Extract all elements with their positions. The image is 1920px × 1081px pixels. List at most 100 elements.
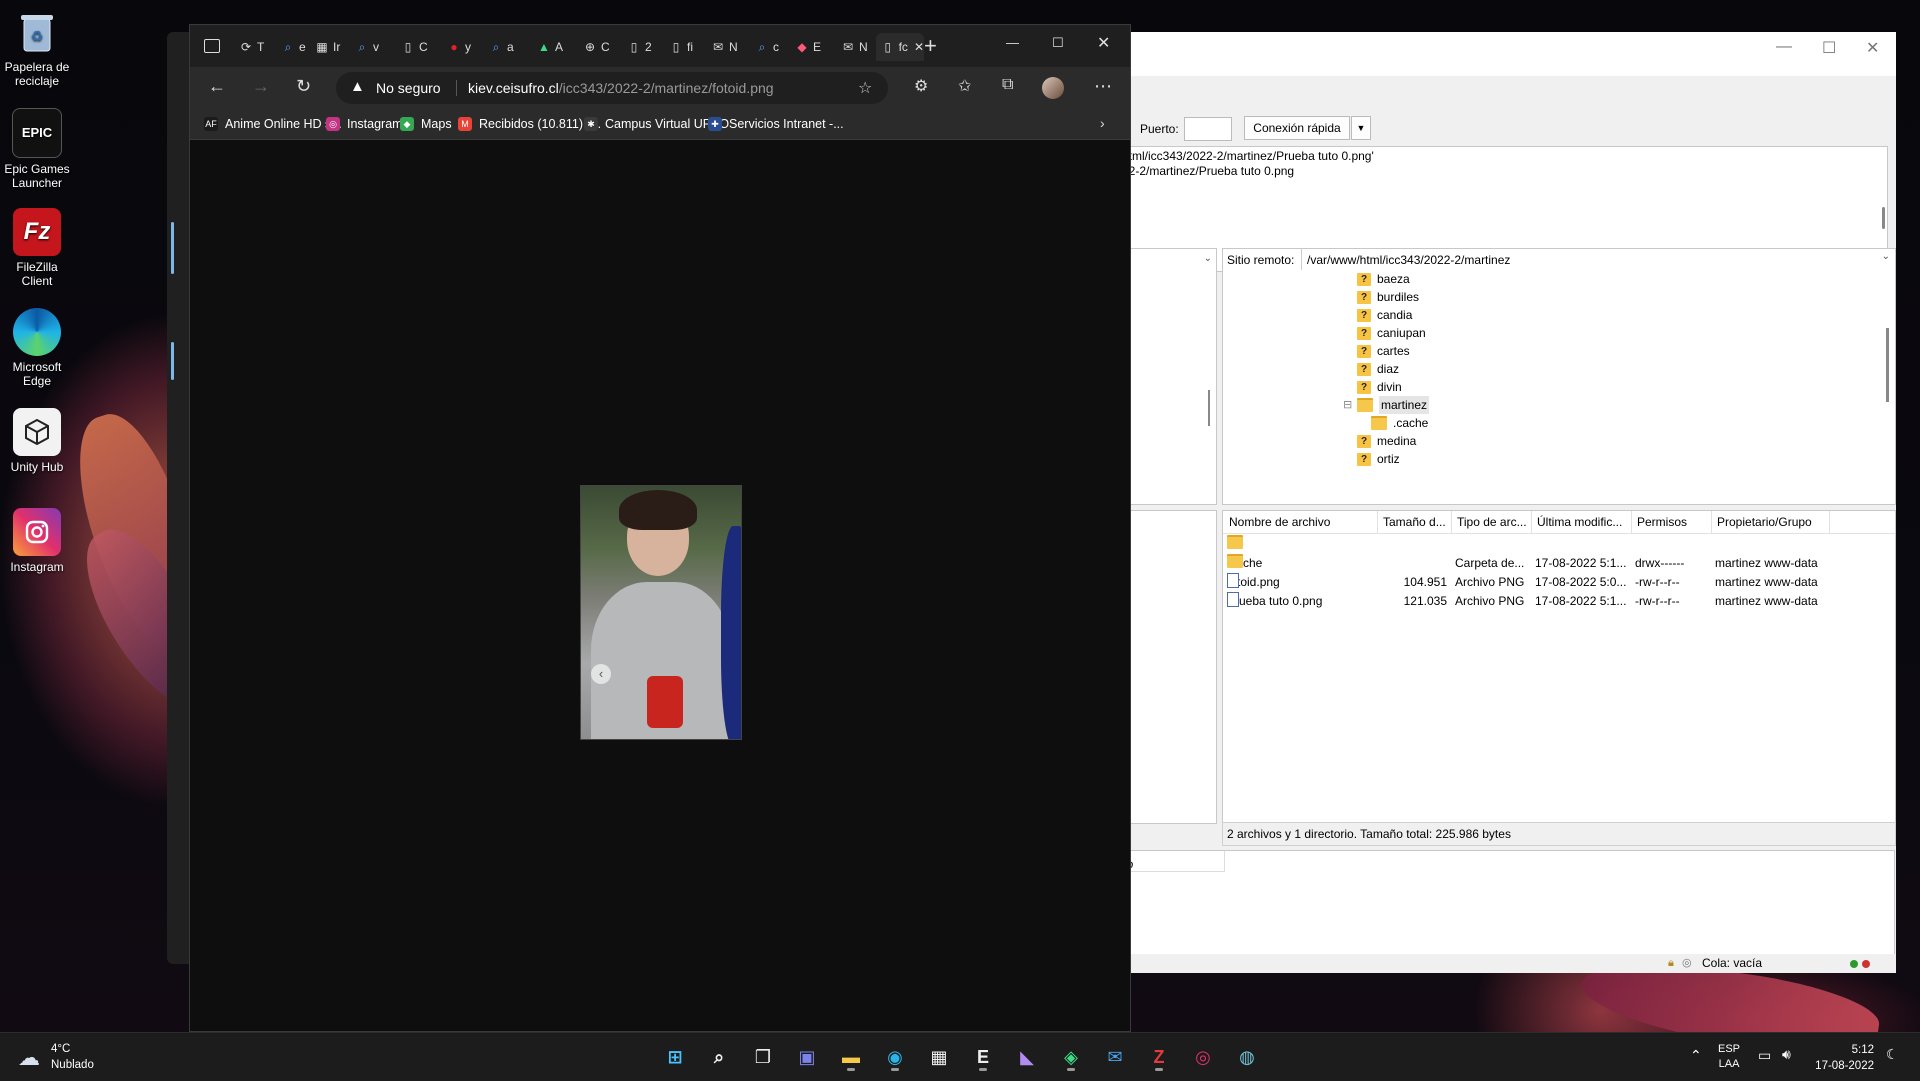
tab-close-icon[interactable]: ✕ xyxy=(914,40,924,54)
search-icon[interactable]: ⌕ xyxy=(704,1042,734,1072)
remote-path-input[interactable]: /var/www/html/icc343/2022-2/martinez ⌄ xyxy=(1301,249,1894,271)
column-owner[interactable]: Propietario/Grupo xyxy=(1711,511,1830,533)
forward-icon[interactable]: → xyxy=(252,76,270,97)
browser-tab[interactable]: ▯ C xyxy=(396,33,438,61)
favorite-item[interactable]: AF Anime Online HD s... xyxy=(204,114,342,134)
tree-item[interactable]: ? baeza xyxy=(1357,270,1410,288)
minimize-icon[interactable]: — xyxy=(1776,38,1792,56)
local-site-pane[interactable]: ⌄ xyxy=(1120,248,1217,274)
quickconnect-button[interactable]: Conexión rápida xyxy=(1244,116,1350,140)
more-options-icon[interactable]: ⋯ xyxy=(1094,76,1112,97)
browser-tab[interactable]: ⌕ v xyxy=(350,33,392,61)
log-scrollbar[interactable] xyxy=(1882,207,1885,229)
favorites-icon[interactable]: ✩ xyxy=(958,76,971,96)
tree-item[interactable]: .cache xyxy=(1371,414,1428,432)
desktop-icon-edge[interactable]: Microsoft Edge xyxy=(4,308,70,388)
chevron-right-icon[interactable]: › xyxy=(1100,115,1105,131)
task-view-icon[interactable]: ❐ xyxy=(748,1042,778,1072)
collapse-icon[interactable]: ⊟ xyxy=(1343,396,1352,414)
favorite-item[interactable]: M Recibidos (10.811) -... xyxy=(458,114,601,134)
back-icon[interactable]: ← xyxy=(208,76,226,97)
notifications-icon[interactable]: ☾ xyxy=(1886,1046,1899,1063)
viewed-image[interactable]: ‹ xyxy=(580,485,742,740)
browser-tab[interactable]: ▲ A xyxy=(532,33,574,61)
favorite-item[interactable]: ◆ Maps xyxy=(400,114,452,134)
desktop-icon-unity-hub[interactable]: Unity Hub xyxy=(4,408,70,474)
teams-chat-icon[interactable]: ▣ xyxy=(792,1042,822,1072)
file-row[interactable]: .. xyxy=(1223,535,1895,554)
column-size[interactable]: Tamaño d... xyxy=(1377,511,1452,533)
desktop-icon-instagram[interactable]: Instagram xyxy=(4,508,70,574)
browser-tab[interactable]: ✉ N xyxy=(706,33,748,61)
browser-tab[interactable]: ⌕ c xyxy=(750,33,792,61)
collections-icon[interactable]: ⧉ xyxy=(1002,76,1013,94)
weather-widget[interactable]: ☁ 4°C Nublado xyxy=(18,1041,128,1075)
epic-games-icon[interactable]: E xyxy=(968,1042,998,1072)
instagram-icon[interactable]: ◎ xyxy=(1188,1042,1218,1072)
tree-item[interactable]: ? cartes xyxy=(1357,342,1410,360)
favorite-item[interactable]: ✚ Servicios Intranet -... xyxy=(708,114,844,134)
tree-item[interactable]: ? candia xyxy=(1357,306,1412,324)
minimize-icon[interactable]: — xyxy=(1006,35,1019,50)
network-icon[interactable]: ▭ xyxy=(1758,1047,1771,1064)
browser-tab[interactable]: ⟳ T xyxy=(234,33,276,61)
favorite-item[interactable]: ◎ Instagram xyxy=(326,114,403,134)
tree-scrollbar[interactable] xyxy=(1886,328,1889,402)
tab-actions-icon[interactable] xyxy=(204,39,220,53)
store-icon[interactable]: ▦ xyxy=(924,1042,954,1072)
browser-tab[interactable]: ✉ N xyxy=(836,33,878,61)
file-row[interactable]: .cache Carpeta de... 17-08-2022 5:1... drwx… xyxy=(1223,554,1895,573)
local-file-list[interactable] xyxy=(1120,510,1217,824)
chevron-down-icon[interactable]: ⌄ xyxy=(1882,251,1890,262)
column-permissions[interactable]: Permisos xyxy=(1631,511,1712,533)
close-icon[interactable]: ✕ xyxy=(1866,38,1879,58)
browser-tab[interactable]: ▯ fi xyxy=(664,33,706,61)
remote-directory-tree[interactable]: ? baeza? burdiles? candia? caniupan? cartes? d… xyxy=(1222,270,1896,505)
transfer-queue[interactable]: do xyxy=(1120,850,1895,956)
file-explorer-icon[interactable]: ▬ xyxy=(836,1042,866,1072)
mail-icon[interactable]: ✉ xyxy=(1100,1042,1130,1072)
url-text[interactable]: kiev.ceisufro.cl/icc343/2022-2/martinez/… xyxy=(468,80,774,96)
column-type[interactable]: Tipo de arc... xyxy=(1451,511,1532,533)
remote-file-list[interactable]: Nombre de archivo Tamaño d... Tipo de ar… xyxy=(1222,510,1896,824)
security-label[interactable]: No seguro xyxy=(376,80,441,96)
maximize-icon[interactable]: ☐ xyxy=(1052,35,1064,51)
desktop-icon-epic-games[interactable]: EPIC Epic Games Launcher xyxy=(4,108,70,190)
language-indicator[interactable]: ESP LAA xyxy=(1718,1042,1740,1072)
column-name[interactable]: Nombre de archivo xyxy=(1223,511,1378,533)
visual-studio-icon[interactable]: ◣ xyxy=(1012,1042,1042,1072)
clock[interactable]: 5:12 17-08-2022 xyxy=(1810,1042,1874,1074)
quickconnect-dropdown[interactable]: ▼ xyxy=(1351,116,1371,140)
file-row[interactable]: fotoid.png 104.951 Archivo PNG 17-08-2022 5… xyxy=(1223,573,1895,592)
add-favorite-icon[interactable]: ☆ xyxy=(858,78,872,98)
filezilla-icon[interactable]: Z xyxy=(1144,1042,1174,1072)
tree-item[interactable]: ? caniupan xyxy=(1357,324,1426,342)
browser-tab[interactable]: ▦ Ir xyxy=(310,33,352,61)
browser-tab[interactable]: ● y xyxy=(442,33,484,61)
tree-item[interactable]: ? divin xyxy=(1357,378,1402,396)
refresh-icon[interactable]: ↻ xyxy=(296,76,311,97)
android-studio-icon[interactable]: ◈ xyxy=(1056,1042,1086,1072)
browser-window[interactable]: ⟳ T ⌕ e ▦ Ir ⌕ v ▯ C ● y ⌕ a ▲ A ⊕ C ▯ 2 ▯ fi ✉ N ⌕ c ◆ E ✉ N ▯ fc ✕ + —… xyxy=(189,24,1131,1032)
globe-app-icon[interactable]: ◍ xyxy=(1232,1042,1262,1072)
address-bar[interactable]: ▲ No seguro kiev.ceisufro.cl/icc343/2022… xyxy=(336,72,888,104)
new-tab-button[interactable]: + xyxy=(924,33,937,59)
column-modified[interactable]: Última modific... xyxy=(1531,511,1632,533)
chevron-down-icon[interactable]: ⌄ xyxy=(1204,253,1212,264)
tree-item[interactable]: ? diaz xyxy=(1357,360,1399,378)
start-icon[interactable]: ⊞ xyxy=(660,1042,690,1072)
browser-tab[interactable]: ▯ 2 xyxy=(622,33,664,61)
tree-item[interactable]: ? medina xyxy=(1357,432,1416,450)
show-hidden-icons[interactable]: ⌃ xyxy=(1690,1047,1702,1064)
volume-icon[interactable]: 🔊︎ xyxy=(1782,1046,1791,1063)
browser-tab[interactable]: ⌕ a xyxy=(484,33,526,61)
port-input[interactable] xyxy=(1184,117,1232,141)
profile-avatar[interactable] xyxy=(1042,77,1064,99)
desktop-icon-recycle-bin[interactable]: ♻ Papelera de reciclaje xyxy=(4,8,70,88)
tree-item[interactable]: ⊟ martinez xyxy=(1343,396,1430,414)
browser-tab[interactable]: ◆ E xyxy=(790,33,832,61)
tree-item[interactable]: ? burdiles xyxy=(1357,288,1419,306)
close-icon[interactable]: ✕ xyxy=(1097,33,1110,53)
edge-icon[interactable]: ◉ xyxy=(880,1042,910,1072)
queue-tab[interactable] xyxy=(1120,851,1225,872)
